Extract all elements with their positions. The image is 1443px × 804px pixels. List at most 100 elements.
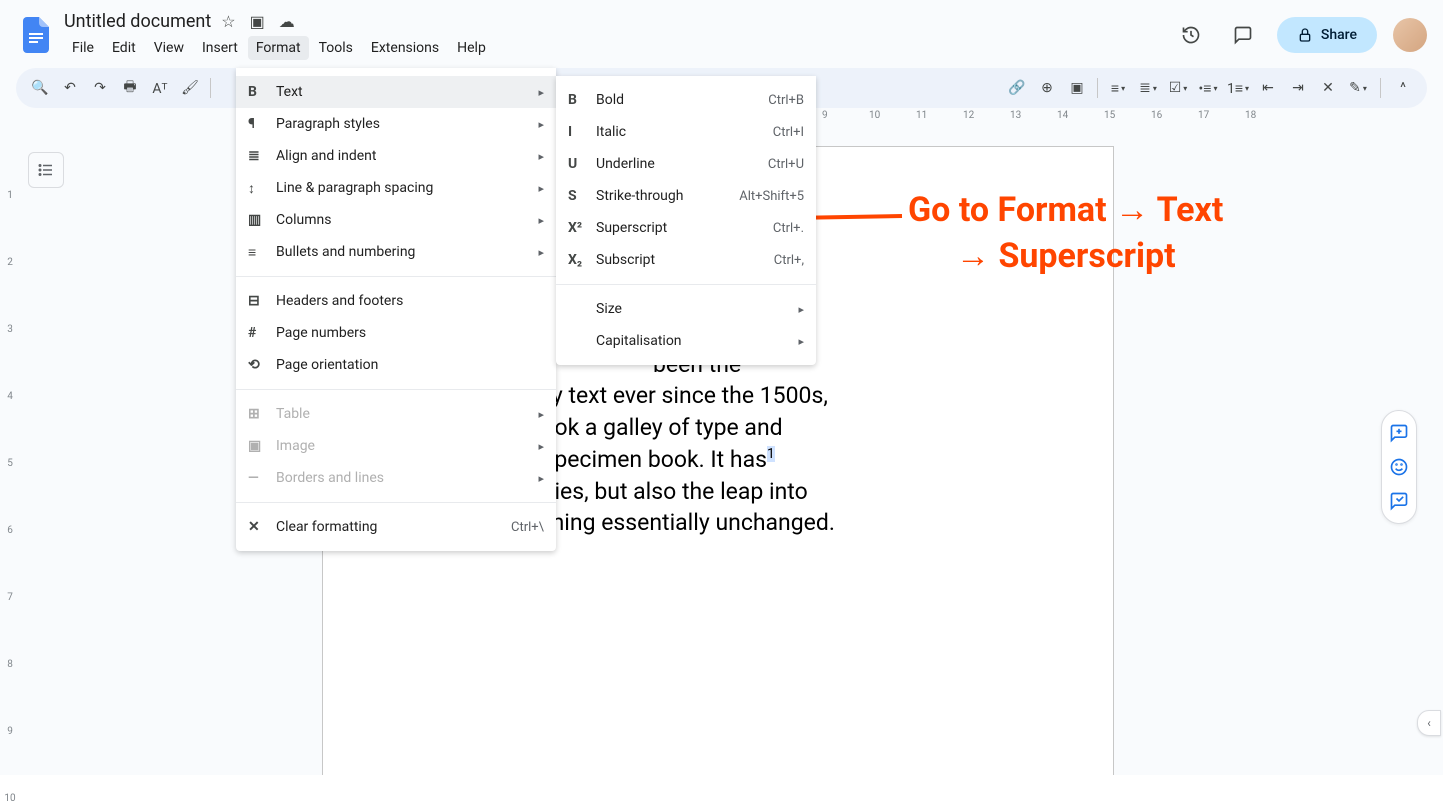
app-header: Untitled document ☆ ▣ ☁ File Edit View I… (0, 0, 1443, 62)
paint-format-icon[interactable]: 🖌 (176, 74, 204, 102)
menu-help[interactable]: Help (449, 36, 494, 60)
insert-link-icon[interactable]: 🔗 (1003, 74, 1031, 102)
redo-icon[interactable]: ↷ (86, 74, 114, 102)
star-icon[interactable]: ☆ (221, 12, 235, 31)
text-submenu-item-superscript[interactable]: X²SuperscriptCtrl+. (556, 212, 816, 244)
image-icon: ▣ (248, 438, 276, 454)
paragraph-styles-icon: ¶ (248, 116, 276, 132)
bullets-and-numbering-icon: ≡ (248, 244, 276, 261)
format-menu-item-borders-and-lines: —Borders and lines▸ (236, 462, 556, 494)
submenu-arrow-icon: ▸ (798, 303, 804, 316)
format-menu-item-columns[interactable]: ▥Columns▸ (236, 204, 556, 236)
numbered-list-icon[interactable]: 1≡ (1224, 74, 1252, 102)
align-icon[interactable]: ≡ (1104, 74, 1132, 102)
share-button[interactable]: Share (1277, 17, 1377, 53)
text-submenu-item-bold[interactable]: BBoldCtrl+B (556, 84, 816, 116)
clear-format-icon[interactable]: ✕ (1314, 74, 1342, 102)
share-label: Share (1321, 27, 1357, 43)
document-title[interactable]: Untitled document (64, 11, 211, 32)
submenu-arrow-icon: ▸ (538, 86, 544, 99)
format-menu-item-line-paragraph-spacing[interactable]: ↕Line & paragraph spacing▸ (236, 172, 556, 204)
superscript-cursor: 1 (767, 446, 775, 462)
add-comment-icon[interactable]: ⊕ (1033, 74, 1061, 102)
cloud-status-icon[interactable]: ☁ (279, 12, 295, 31)
collapse-toolbar-icon[interactable]: ^ (1389, 74, 1417, 102)
text-submenu-item-size[interactable]: Size▸ (556, 293, 816, 325)
insert-image-icon[interactable]: ▣ (1063, 74, 1091, 102)
move-icon[interactable]: ▣ (250, 12, 265, 31)
menu-edit[interactable]: Edit (104, 36, 144, 60)
table-icon: ⊞ (248, 406, 276, 422)
text-submenu: BBoldCtrl+BIItalicCtrl+IUUnderlineCtrl+U… (556, 76, 816, 365)
headers-and-footers-icon: ⊟ (248, 293, 276, 309)
emoji-reaction-icon[interactable] (1387, 455, 1411, 479)
account-avatar[interactable] (1393, 18, 1427, 52)
docs-logo[interactable] (16, 15, 56, 55)
page-numbers-icon: # (248, 325, 276, 341)
menu-view[interactable]: View (146, 36, 192, 60)
text-submenu-item-strike-through[interactable]: SStrike-throughAlt+Shift+5 (556, 180, 816, 212)
superscript-icon: X² (568, 220, 596, 236)
add-comment-rail-icon[interactable] (1387, 421, 1411, 445)
underline-icon: U (568, 156, 596, 172)
menu-tools[interactable]: Tools (311, 36, 361, 60)
borders-and-lines-icon: — (248, 470, 276, 486)
indent-increase-icon[interactable]: ⇥ (1284, 74, 1312, 102)
comments-icon[interactable] (1225, 17, 1261, 53)
text-submenu-item-underline[interactable]: UUnderlineCtrl+U (556, 148, 816, 180)
clear-formatting-icon: ✕ (248, 519, 276, 535)
subscript-icon: X₂ (568, 252, 596, 268)
print-icon[interactable]: 🖶 (116, 74, 144, 102)
format-menu-item-bullets-and-numbering[interactable]: ≡Bullets and numbering▸ (236, 236, 556, 268)
format-dropdown: BText▸¶Paragraph styles▸≣Align and inden… (236, 68, 556, 551)
format-menu-item-page-orientation[interactable]: ⟲Page orientation (236, 349, 556, 381)
text-submenu-item-subscript[interactable]: X₂SubscriptCtrl+, (556, 244, 816, 276)
menu-insert[interactable]: Insert (194, 36, 246, 60)
menu-extensions[interactable]: Extensions (363, 36, 447, 60)
align-and-indent-icon: ≣ (248, 148, 276, 164)
text-icon: B (248, 84, 276, 100)
submenu-arrow-icon: ▸ (538, 246, 544, 259)
explore-button[interactable]: ‹ (1417, 710, 1441, 736)
submenu-arrow-icon: ▸ (538, 150, 544, 163)
comment-rail (1381, 410, 1417, 524)
submenu-arrow-icon: ▸ (538, 440, 544, 453)
undo-icon[interactable]: ↶ (56, 74, 84, 102)
submenu-arrow-icon: ▸ (798, 335, 804, 348)
strike-through-icon: S (568, 188, 596, 204)
menubar: File Edit View Insert Format Tools Exten… (64, 34, 1165, 62)
suggest-edits-icon[interactable] (1387, 489, 1411, 513)
format-menu-item-table: ⊞Table▸ (236, 398, 556, 430)
bulleted-list-icon[interactable]: •≡ (1194, 74, 1222, 102)
submenu-arrow-icon: ▸ (538, 472, 544, 485)
line-spacing-icon[interactable]: ≣ (1134, 74, 1162, 102)
menu-format[interactable]: Format (248, 36, 309, 60)
vertical-ruler[interactable]: 12345678910 (0, 118, 18, 775)
menu-file[interactable]: File (64, 36, 102, 60)
submenu-arrow-icon: ▸ (538, 182, 544, 195)
page-orientation-icon: ⟲ (248, 357, 276, 373)
format-menu-item-image: ▣Image▸ (236, 430, 556, 462)
history-icon[interactable] (1173, 17, 1209, 53)
format-menu-item-text[interactable]: BText▸ (236, 76, 556, 108)
submenu-arrow-icon: ▸ (538, 408, 544, 421)
checklist-icon[interactable]: ☑ (1164, 74, 1192, 102)
format-menu-item-clear-formatting[interactable]: ✕Clear formattingCtrl+\ (236, 511, 556, 543)
format-menu-item-page-numbers[interactable]: #Page numbers (236, 317, 556, 349)
columns-icon: ▥ (248, 212, 276, 228)
format-menu-item-align-and-indent[interactable]: ≣Align and indent▸ (236, 140, 556, 172)
editing-mode-icon[interactable]: ✎ (1344, 74, 1372, 102)
line-paragraph-spacing-icon: ↕ (248, 180, 276, 197)
format-menu-item-paragraph-styles[interactable]: ¶Paragraph styles▸ (236, 108, 556, 140)
annotation-text: Go to Format → Text → Superscript (908, 188, 1223, 280)
text-submenu-item-capitalisation[interactable]: Capitalisation▸ (556, 325, 816, 357)
outline-toggle-icon[interactable] (28, 152, 64, 188)
spellcheck-icon[interactable]: Aᵀ (146, 74, 174, 102)
indent-decrease-icon[interactable]: ⇤ (1254, 74, 1282, 102)
italic-icon: I (568, 124, 596, 140)
text-submenu-item-italic[interactable]: IItalicCtrl+I (556, 116, 816, 148)
bold-icon: B (568, 92, 596, 108)
search-tb-icon[interactable]: 🔍 (26, 74, 54, 102)
format-menu-item-headers-and-footers[interactable]: ⊟Headers and footers (236, 285, 556, 317)
submenu-arrow-icon: ▸ (538, 214, 544, 227)
